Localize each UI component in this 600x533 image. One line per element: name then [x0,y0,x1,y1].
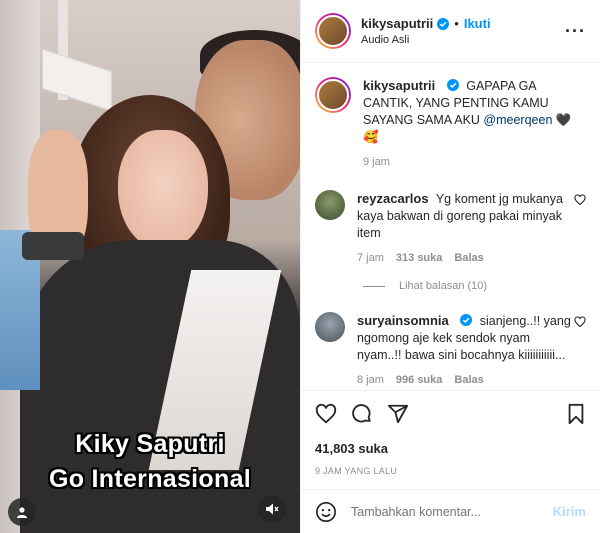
comments-list[interactable]: kikysaputrii GAPAPA GA CANTIK, YANG PENT… [301,63,600,389]
comment: suryainsomnia sianjeng..!! yang ngomong … [301,292,600,386]
comment-time: 7 jam [357,252,384,264]
comment-username[interactable]: suryainsomnia [357,313,449,328]
post-timestamp: 9 JAM YANG LALU [315,466,398,476]
video-person [118,130,208,250]
reply-button[interactable]: Balas [454,374,483,386]
post-video[interactable]: Kiky Saputri Go Internasional [0,0,300,533]
header-info: kikysaputrii • Ikuti Audio Asli [361,16,565,46]
comment-icon[interactable] [351,403,373,425]
mute-icon [266,503,279,515]
heart-icon[interactable] [315,403,337,425]
verified-icon [437,17,450,30]
tagged-users-button[interactable] [8,498,36,526]
emoji-icon[interactable] [315,501,337,523]
comment-likes[interactable]: 313 suka [396,252,442,264]
video-background [42,48,112,112]
verified-icon [446,79,459,91]
view-replies-label: Lihat balasan (10) [399,280,488,292]
like-count[interactable]: 41,803 suka [315,441,586,456]
avatar[interactable] [315,13,351,49]
more-options-icon[interactable]: ··· [565,21,586,42]
verified-icon [460,314,473,326]
caption: kikysaputrii GAPAPA GA CANTIK, YANG PENT… [301,63,600,168]
comment-username[interactable]: reyzacarlos [357,191,429,206]
caption-username[interactable]: kikysaputrii [363,78,435,93]
header-username[interactable]: kikysaputrii [361,16,433,31]
bookmark-icon[interactable] [566,403,586,425]
comment: reyzacarlos Yg koment jg mukanya kaya ba… [301,168,600,264]
caption-time: 9 jam [363,156,390,168]
follow-button[interactable]: Ikuti [464,16,491,31]
video-overlay-subtitle: Go Internasional [48,465,252,493]
avatar[interactable] [315,190,345,220]
post-actions: 41,803 suka 9 JAM YANG LALU [301,390,600,476]
heart-icon[interactable] [574,194,586,206]
video-person [22,232,84,260]
separator-dot: • [454,16,459,31]
instagram-post: Kiky Saputri Go Internasional kikysaputr… [0,0,600,533]
reply-button[interactable]: Balas [454,252,483,264]
post-comment-button[interactable]: Kirim [553,504,586,519]
post-sidebar: kikysaputrii • Ikuti Audio Asli ··· kiky… [300,0,600,533]
comment-input[interactable] [351,504,553,519]
comment-time: 8 jam [357,374,384,386]
heart-icon[interactable] [574,316,586,328]
caption-mention[interactable]: @meerqeen [483,113,552,127]
user-icon [17,507,27,518]
share-icon[interactable] [387,403,409,425]
mute-button[interactable] [258,495,286,523]
avatar[interactable] [315,312,345,342]
view-replies-button[interactable]: Lihat balasan (10) [363,280,600,292]
post-header: kikysaputrii • Ikuti Audio Asli ··· [301,0,600,63]
add-comment-bar: Kirim [301,489,600,533]
audio-link[interactable]: Audio Asli [361,34,565,46]
avatar[interactable] [315,77,351,113]
comment-likes[interactable]: 996 suka [396,374,442,386]
video-overlay-title: Kiky Saputri [75,430,225,458]
